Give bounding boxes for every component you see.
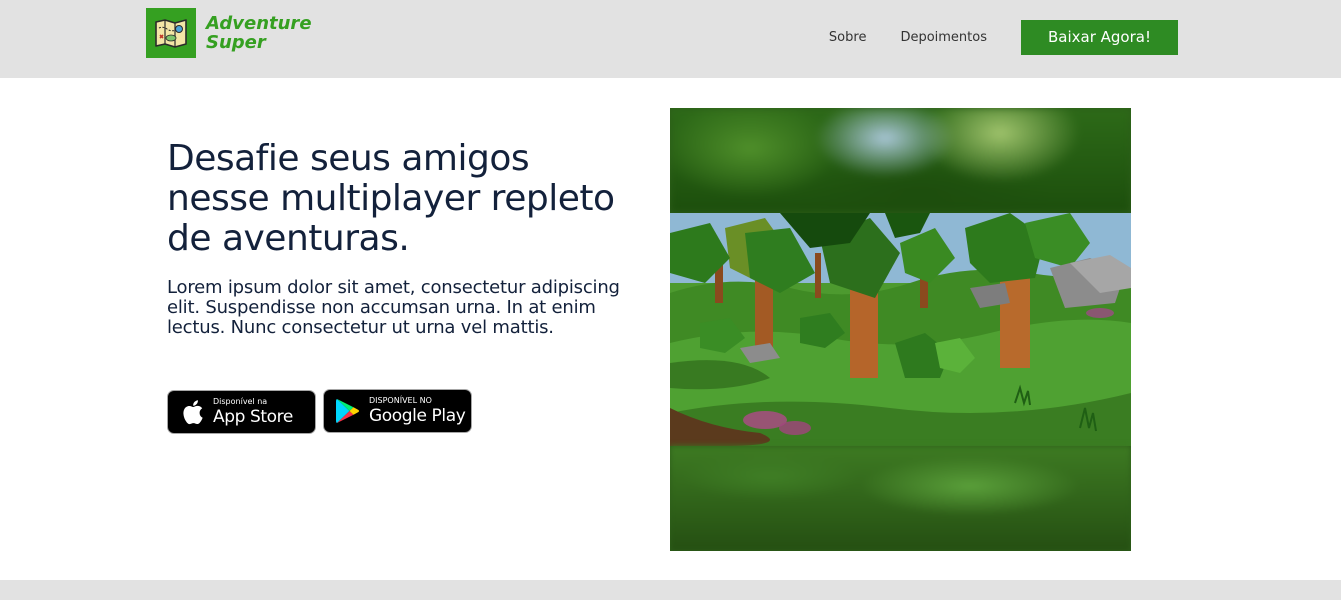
google-play-small-label: DISPONÍVEL NO <box>369 396 432 405</box>
google-play-badge[interactable]: DISPONÍVEL NO Google Play <box>323 389 472 433</box>
footer-strip <box>0 580 1341 600</box>
main-nav: Sobre Depoimentos Baixar Agora! <box>829 20 1178 55</box>
nav-link-sobre[interactable]: Sobre <box>829 20 867 55</box>
treasure-map-icon <box>146 8 196 58</box>
site-header: Adventure Super Sobre Depoimentos Baixar… <box>0 0 1341 78</box>
app-store-small-label: Disponível na <box>213 397 268 406</box>
google-play-label: Google Play <box>369 406 466 426</box>
app-store-label: App Store <box>213 407 293 427</box>
brand-name-line2: Super <box>206 32 266 53</box>
google-play-text: DISPONÍVEL NO Google Play <box>369 396 466 426</box>
download-now-button[interactable]: Baixar Agora! <box>1021 20 1178 55</box>
app-store-badge[interactable]: Disponível na App Store <box>167 390 316 434</box>
google-play-icon <box>335 396 361 426</box>
forest-scene <box>670 213 1131 446</box>
hero-description: Lorem ipsum dolor sit amet, consectetur … <box>167 277 620 338</box>
brand-logo[interactable]: Adventure Super <box>146 8 312 58</box>
apple-icon <box>179 397 205 427</box>
screenshot-blur-bottom <box>670 446 1131 551</box>
brand-name-line1: Adventure <box>206 13 312 34</box>
brand-name: Adventure Super <box>206 14 312 52</box>
app-store-text: Disponível na App Store <box>213 397 293 427</box>
game-screenshot <box>670 108 1131 551</box>
nav-link-depoimentos[interactable]: Depoimentos <box>900 20 987 55</box>
screenshot-blur-top <box>670 108 1131 213</box>
hero-title: Desafie seus amigos nesse multiplayer re… <box>167 138 615 259</box>
